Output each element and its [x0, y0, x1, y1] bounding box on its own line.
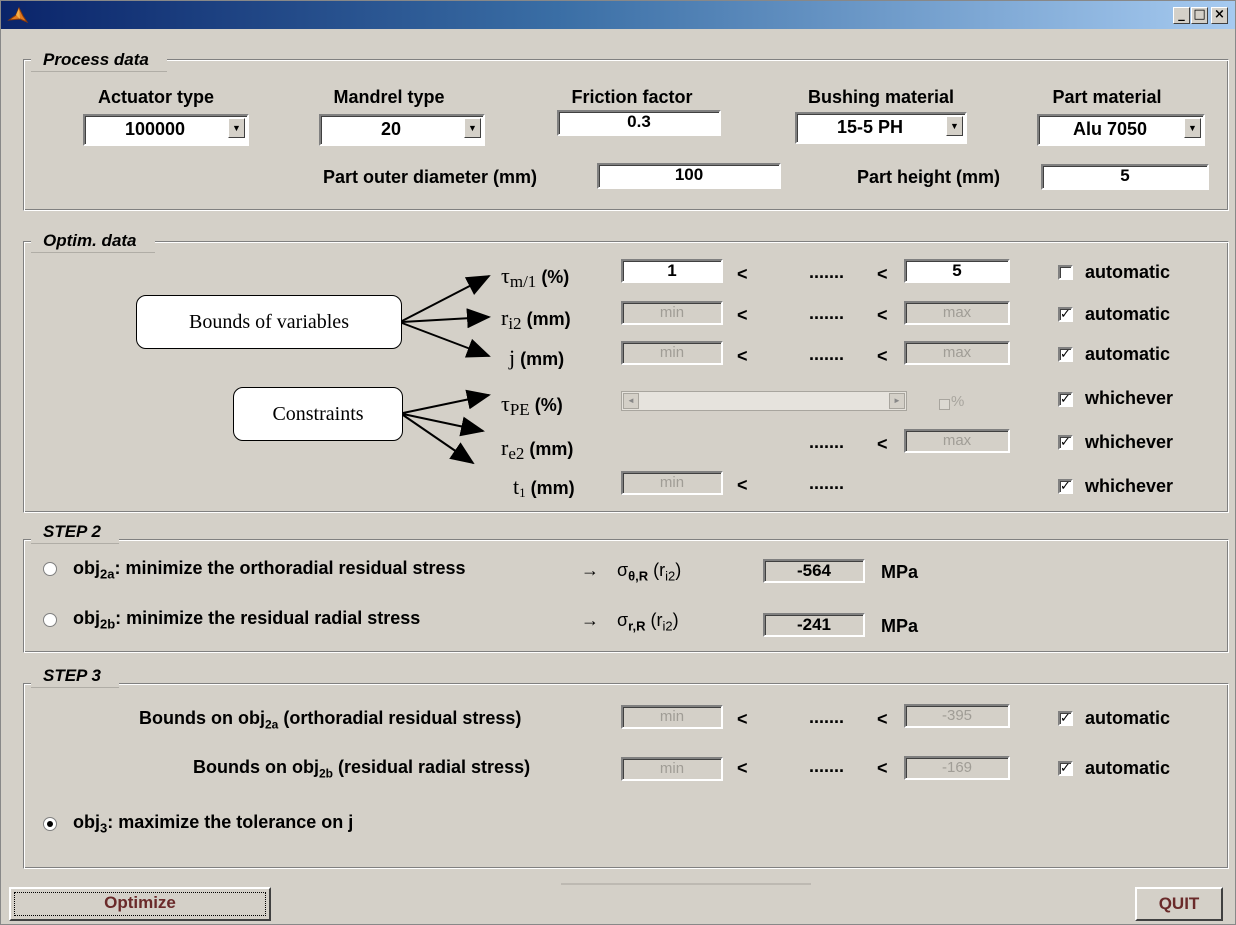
t1-whichever-checkbox[interactable]: ✓: [1058, 479, 1073, 494]
arrow-right-icon: →: [581, 560, 599, 580]
lt-sign: <: [737, 475, 748, 495]
re2-max-input[interactable]: max: [904, 429, 1010, 453]
bounds-obj2b-label: Bounds on obj2b (residual radial stress): [193, 757, 531, 781]
scroll-left-icon[interactable]: ◄: [623, 393, 639, 409]
lt-sign: <: [877, 305, 888, 325]
main-window: _ □ × Process data Actuator type 100000 …: [0, 0, 1236, 925]
tau-pe-whichever-checkbox[interactable]: ✓: [1058, 392, 1073, 407]
lt-sign: <: [737, 346, 748, 366]
re2-whichever-label: whichever: [1085, 432, 1174, 452]
tau-m1-automatic-label: automatic: [1085, 262, 1171, 282]
j-label: j (mm): [509, 345, 565, 370]
focus-ring: [14, 892, 266, 916]
obj3-label: obj3: maximize the tolerance on j: [73, 812, 354, 836]
bounds-obj2a-automatic-label: automatic: [1085, 708, 1171, 728]
obj2b-label: obj2b: minimize the residual radial stre…: [73, 608, 421, 632]
step2-title: STEP 2: [31, 521, 119, 544]
lt-sign: <: [877, 346, 888, 366]
lt-sign: <: [877, 758, 888, 778]
tau-pe-whichever-label: whichever: [1085, 388, 1174, 408]
lt-sign: <: [877, 264, 888, 284]
ellipsis: .......: [809, 262, 845, 282]
re2-label: re2 (mm): [501, 435, 574, 463]
bounds-obj2b-automatic-label: automatic: [1085, 758, 1171, 778]
obj2b-value-display: -241: [763, 613, 865, 637]
ri2-max-input[interactable]: max: [904, 301, 1010, 325]
tau-m1-label: τm/1 (%): [501, 263, 570, 291]
j-min-input[interactable]: min: [621, 341, 723, 365]
obj2a-unit: MPa: [881, 562, 919, 582]
obj2b-radio[interactable]: [43, 613, 57, 627]
step3-title: STEP 3: [31, 665, 119, 688]
sigma-r-label: σr,R (ri2): [617, 610, 679, 634]
t1-label: t1 (mm): [513, 474, 575, 500]
tau-pe-slider[interactable]: ◄ ►: [621, 391, 907, 411]
ellipsis: .......: [809, 432, 845, 452]
bounds-obj2a-min-input[interactable]: min: [621, 705, 723, 729]
lt-sign: <: [877, 434, 888, 454]
sigma-theta-label: σθ,R (ri2): [617, 560, 682, 584]
ellipsis: .......: [809, 303, 845, 323]
lt-sign: <: [877, 709, 888, 729]
arrow-right-icon: →: [581, 610, 599, 630]
j-automatic-label: automatic: [1085, 344, 1171, 364]
tau-m1-max-input[interactable]: 5: [904, 259, 1010, 283]
lt-sign: <: [737, 305, 748, 325]
bounds-obj2a-label: Bounds on obj2a (orthoradial residual st…: [139, 708, 522, 732]
ri2-min-input[interactable]: min: [621, 301, 723, 325]
j-max-input[interactable]: max: [904, 341, 1010, 365]
bounds-obj2b-automatic-checkbox[interactable]: ✓: [1058, 761, 1073, 776]
lt-sign: <: [737, 709, 748, 729]
tau-m1-automatic-checkbox[interactable]: [1058, 265, 1073, 280]
bounds-obj2b-min-input[interactable]: min: [621, 757, 723, 781]
ri2-label: ri2 (mm): [501, 305, 571, 333]
optimize-button[interactable]: Optimize: [9, 887, 271, 921]
arrow-to-j: [401, 322, 491, 358]
separator: [561, 883, 811, 885]
obj2a-value-display: -564: [763, 559, 865, 583]
bounds-obj2a-max-input[interactable]: -395: [904, 704, 1010, 728]
arrow-to-tau-pe: [402, 389, 491, 414]
ri2-automatic-label: automatic: [1085, 304, 1171, 324]
j-automatic-checkbox[interactable]: ✓: [1058, 347, 1073, 362]
ellipsis: .......: [809, 756, 845, 776]
ri2-automatic-checkbox[interactable]: ✓: [1058, 307, 1073, 322]
ellipsis: .......: [809, 344, 845, 364]
tau-pe-label: τPE (%): [501, 391, 563, 419]
bounds-obj2b-max-input[interactable]: -169: [904, 756, 1010, 780]
lt-sign: <: [737, 264, 748, 284]
ellipsis: .......: [809, 707, 845, 727]
scroll-right-icon[interactable]: ►: [889, 393, 905, 409]
quit-button[interactable]: QUIT: [1135, 887, 1223, 921]
re2-whichever-checkbox[interactable]: ✓: [1058, 435, 1073, 450]
arrow-to-tau-m1: [401, 275, 491, 322]
arrow-to-ri2: [401, 308, 491, 329]
tau-m1-min-input[interactable]: 1: [621, 259, 723, 283]
obj3-radio[interactable]: [43, 817, 57, 831]
ellipsis: .......: [809, 473, 845, 493]
bounds-obj2a-automatic-checkbox[interactable]: ✓: [1058, 711, 1073, 726]
lt-sign: <: [737, 758, 748, 778]
obj2b-unit: MPa: [881, 616, 919, 636]
tau-pe-percent: %: [951, 393, 965, 410]
obj2a-label: obj2a: minimize the orthoradial residual…: [73, 558, 466, 582]
tau-pe-indicator-icon: [939, 399, 950, 410]
obj2a-radio[interactable]: [43, 562, 57, 576]
t1-min-input[interactable]: min: [621, 471, 723, 495]
t1-whichever-label: whichever: [1085, 476, 1174, 496]
